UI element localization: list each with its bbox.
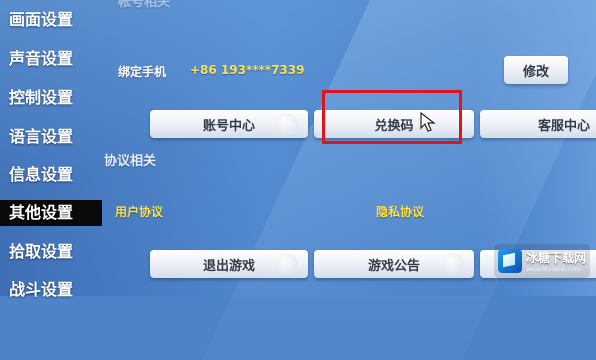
watermark-title: 冰糖下载网 [526,251,587,265]
sidebar-item-sound[interactable]: 声音设置 [0,46,102,72]
sidebar-item-combat[interactable]: 战斗设置 [0,277,102,303]
modify-phone-button[interactable]: 修改 [504,56,568,84]
privacy-agreement-link[interactable]: 隐私协议 [376,203,424,220]
sidebar-item-controls[interactable]: 控制设置 [0,85,102,111]
account-center-label: 账号中心 [202,118,255,134]
bind-phone-value: +86 193****7339 [190,63,305,77]
mouse-cursor-icon [420,112,436,132]
game-announcement-button[interactable]: 游戏公告 [314,250,474,278]
watermark-url: www.btxiazai.com [526,266,581,273]
sidebar-item-info[interactable]: 信息设置 [0,162,102,188]
button-knob-decoration [276,253,298,275]
settings-sidebar: 画面设置 声音设置 控制设置 语言设置 信息设置 其他设置 拾取设置 战斗设置 [0,0,102,299]
customer-service-button[interactable]: 客服中心 [480,110,596,138]
game-announcement-label: 游戏公告 [367,258,420,274]
watermark-logo-icon [498,249,522,273]
exit-game-button[interactable]: 退出游戏 [150,250,308,278]
button-knob-decoration [442,253,464,275]
site-watermark: 冰糖下载网 www.btxiazai.com [494,244,590,278]
modify-phone-button-label: 修改 [522,64,549,80]
account-center-button[interactable]: 账号中心 [150,110,308,138]
redeem-code-highlight-box [322,90,462,144]
sidebar-item-display[interactable]: 画面设置 [0,7,102,33]
exit-game-label: 退出游戏 [202,258,255,274]
button-knob-decoration [276,113,298,135]
bind-phone-label: 绑定手机 [118,65,167,79]
account-section-title: 帐号相关 [118,0,171,10]
agreement-section-title: 协议相关 [104,154,157,169]
sidebar-item-language[interactable]: 语言设置 [0,124,102,150]
sidebar-item-other[interactable]: 其他设置 [0,200,102,226]
sidebar-item-pickup[interactable]: 拾取设置 [0,239,102,265]
user-agreement-link[interactable]: 用户协议 [115,203,163,220]
customer-service-label: 客服中心 [537,118,590,134]
